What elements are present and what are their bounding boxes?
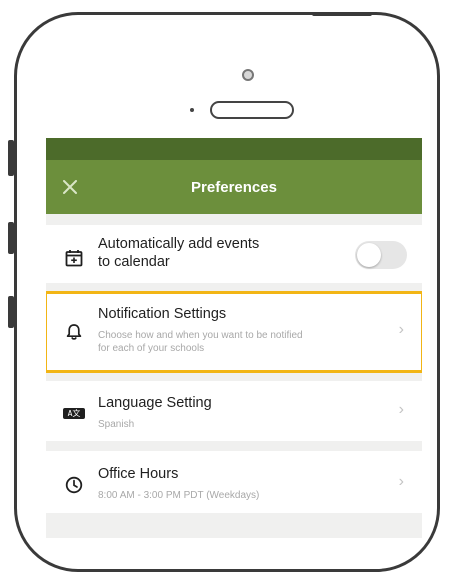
setting-row-language[interactable]: A文 Language Setting Spanish › <box>46 381 422 441</box>
setting-row-auto-calendar: Automatically add events to calendar <box>46 225 422 283</box>
power-button <box>312 12 372 16</box>
volume-up-button <box>8 222 14 254</box>
proximity-sensor <box>190 108 194 112</box>
close-icon <box>63 180 77 194</box>
mute-switch <box>8 140 14 176</box>
language-icon: A文 <box>62 401 86 425</box>
close-button[interactable] <box>56 173 84 201</box>
calendar-plus-icon <box>62 246 86 270</box>
language-setting-value: Spanish <box>98 419 135 430</box>
clock-icon <box>62 473 86 497</box>
status-bar <box>46 138 422 160</box>
front-camera <box>242 69 254 81</box>
chevron-right-icon: › <box>398 473 404 490</box>
earpiece-speaker <box>210 101 294 119</box>
language-setting-title: Language Setting <box>98 395 212 411</box>
volume-down-button <box>8 296 14 328</box>
office-hours-title: Office Hours <box>98 466 179 482</box>
highlight-outline <box>46 291 422 373</box>
header-bar: Preferences <box>46 160 422 214</box>
auto-calendar-label-line2: to calendar <box>98 254 170 270</box>
language-icon-glyph: A文 <box>63 407 85 419</box>
setting-row-office-hours[interactable]: Office Hours 8:00 AM - 3:00 PM PDT (Week… <box>46 451 422 513</box>
office-hours-value: 8:00 AM - 3:00 PM PDT (Weekdays) <box>98 490 260 501</box>
app-screen: Preferences Automatically add events to … <box>46 138 422 538</box>
chevron-right-icon: › <box>398 401 404 418</box>
auto-calendar-toggle[interactable] <box>355 241 407 269</box>
auto-calendar-label-line1: Automatically add events <box>98 236 260 252</box>
toggle-knob <box>357 243 381 267</box>
page-title: Preferences <box>191 178 277 196</box>
